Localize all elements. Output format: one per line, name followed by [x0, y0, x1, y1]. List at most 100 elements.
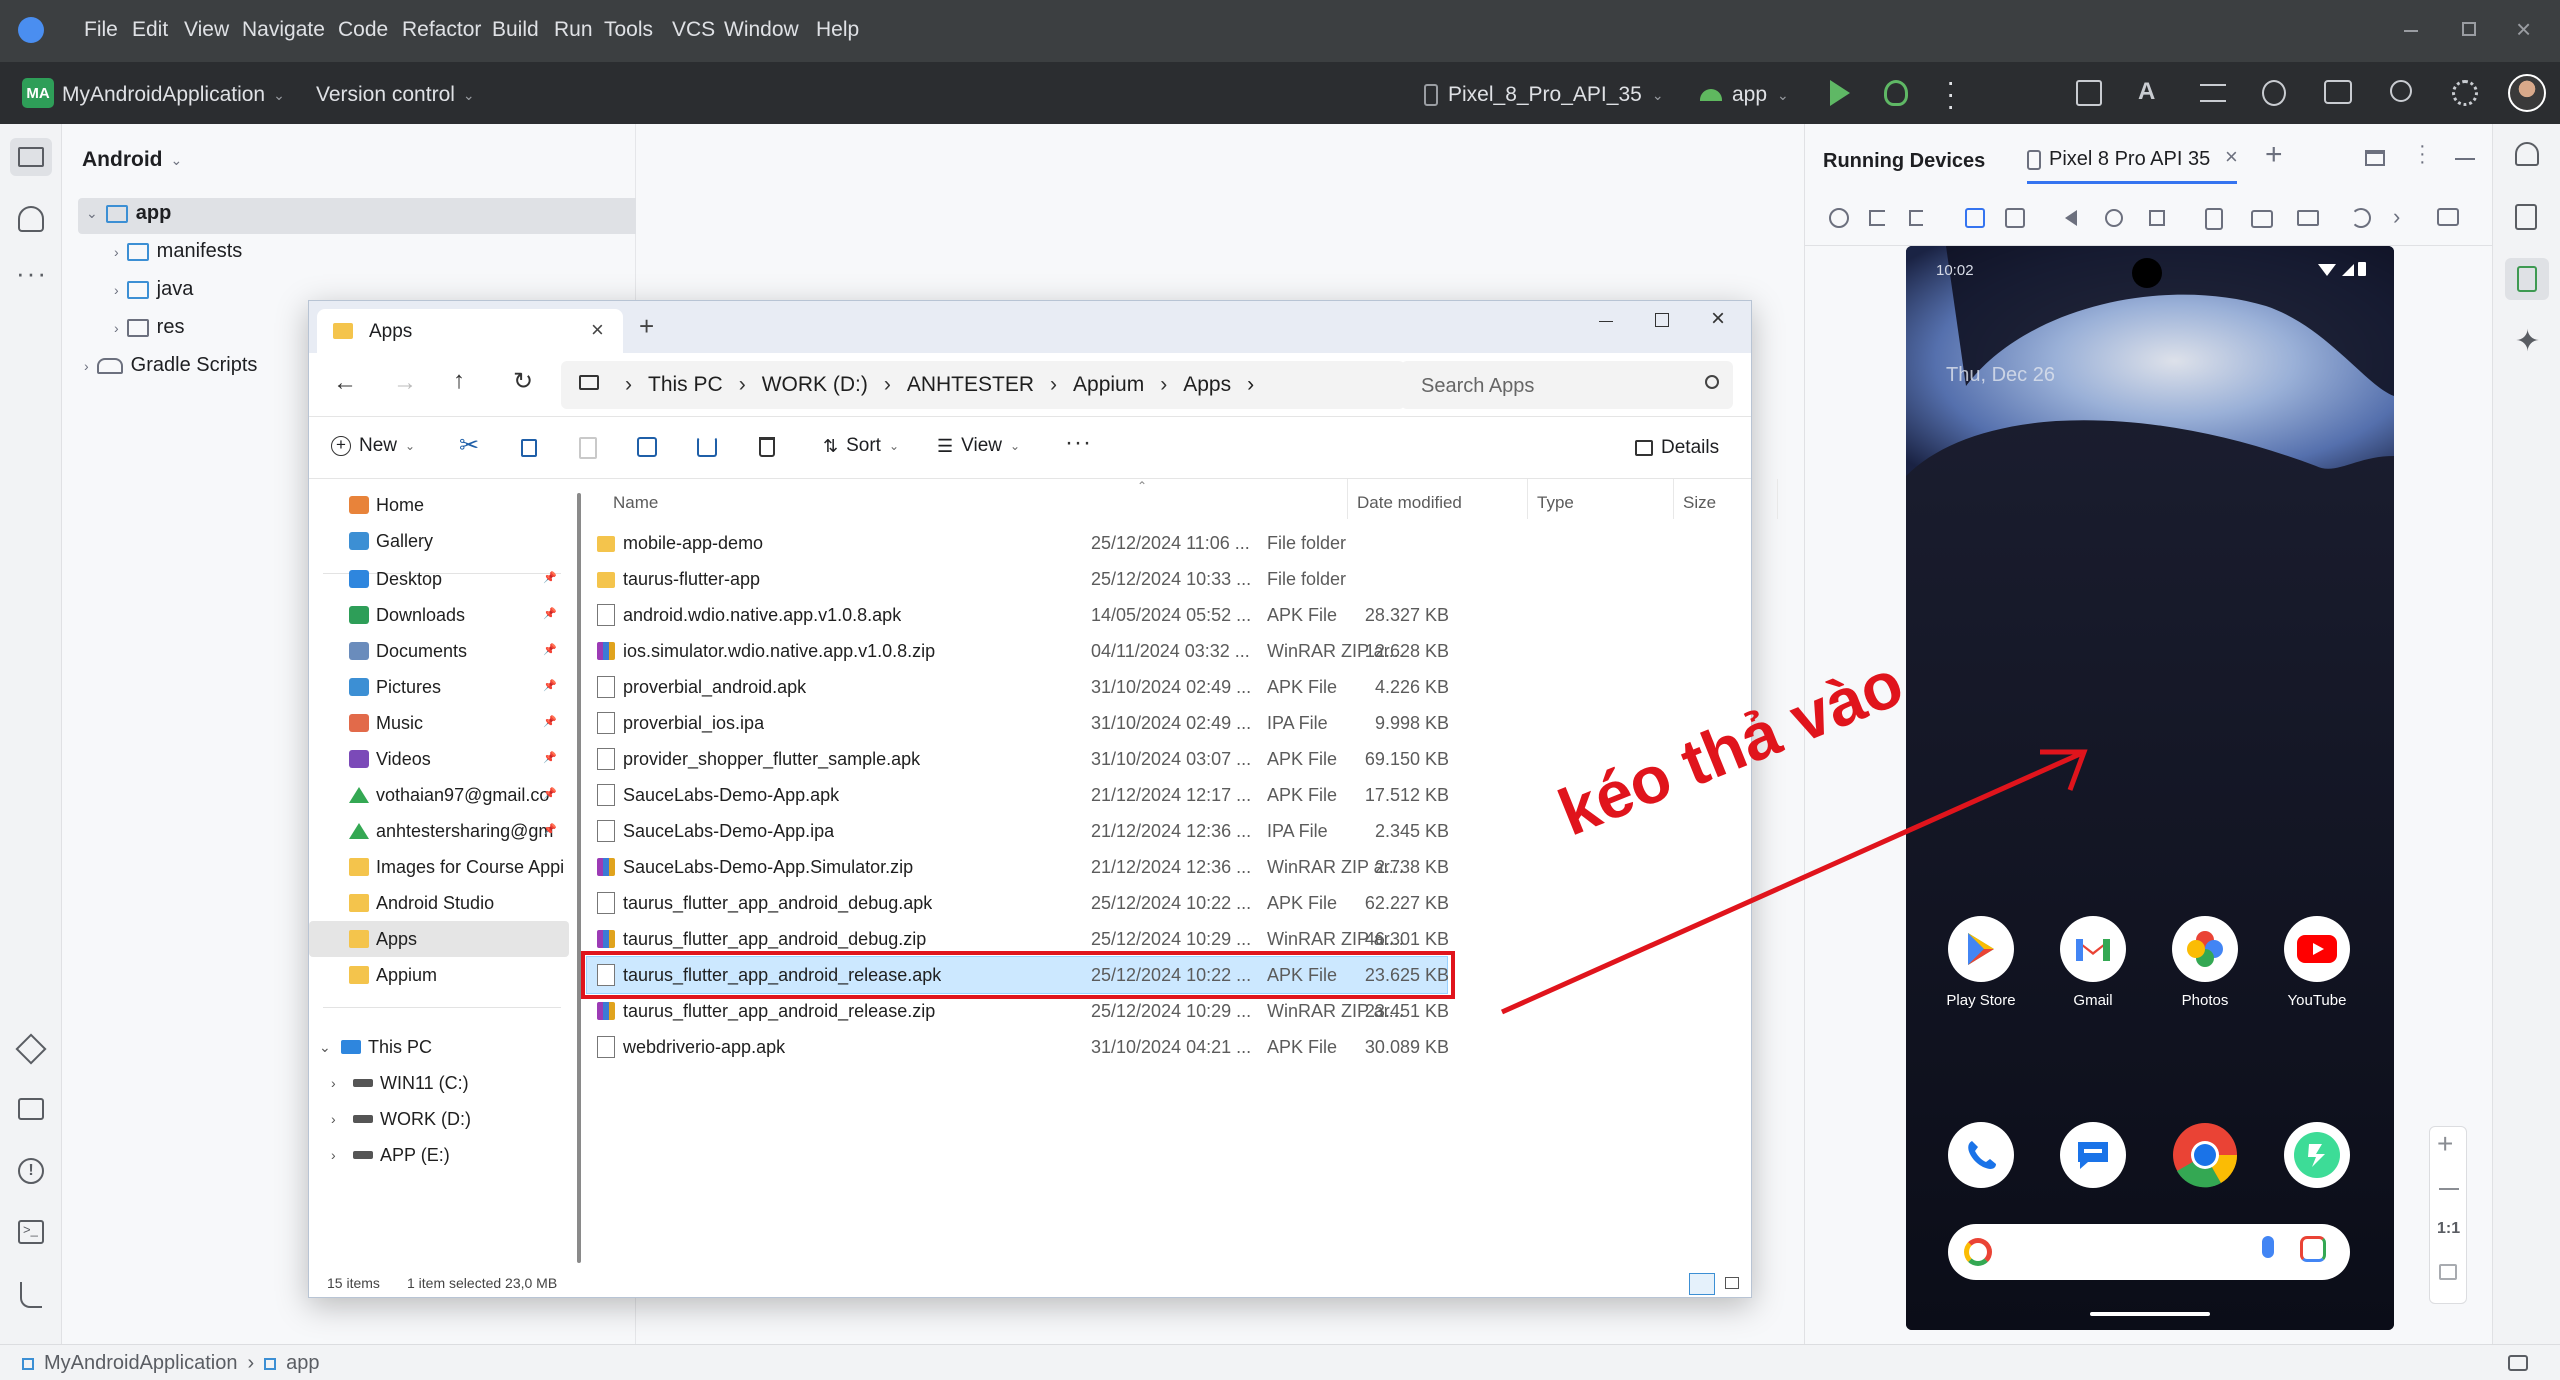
overview-icon[interactable]	[2149, 210, 2165, 226]
device-explorer-icon[interactable]	[2515, 204, 2537, 230]
tree-item-manifests[interactable]: › manifests	[114, 240, 242, 263]
app-inspection-icon[interactable]	[18, 1098, 44, 1120]
share-icon[interactable]	[697, 437, 717, 457]
translate-icon[interactable]: A	[2138, 78, 2155, 106]
menu-item-help[interactable]: Help	[816, 18, 859, 42]
forward-arrow-icon[interactable]: →	[393, 369, 417, 397]
breadcrumb-item[interactable]: This PC	[648, 373, 723, 397]
menu-item-code[interactable]: Code	[338, 18, 388, 42]
device-manager-icon[interactable]	[2324, 80, 2352, 104]
tree-item-gradle-scripts[interactable]: › Gradle Scripts	[84, 354, 257, 377]
copy-icon[interactable]	[521, 439, 537, 457]
add-device-icon[interactable]: +	[2265, 138, 2283, 172]
nav-item-documents[interactable]: Documents 📌	[309, 633, 569, 669]
chevron-right-icon[interactable]: ›	[331, 1111, 349, 1127]
gemini-sparkle-icon[interactable]: ✦	[2515, 324, 2540, 359]
minimize-window-icon[interactable]	[1599, 321, 1613, 322]
chevron-right-icon[interactable]: ›	[1247, 373, 1254, 397]
nav-item-desktop[interactable]: Desktop 📌	[309, 561, 569, 597]
git-branch-icon[interactable]	[20, 1282, 42, 1308]
camera-screenshot-icon[interactable]	[2251, 210, 2273, 228]
menu-item-build[interactable]: Build	[492, 18, 539, 42]
volume-up-icon[interactable]	[1869, 210, 1885, 226]
menu-item-window[interactable]: Window	[724, 18, 799, 42]
details-view-icon[interactable]	[1689, 1273, 1715, 1295]
breadcrumb-item[interactable]: app	[286, 1352, 319, 1375]
menu-item-run[interactable]: Run	[554, 18, 593, 42]
file-row[interactable]: SauceLabs-Demo-App.apk 21/12/2024 12:17 .…	[587, 777, 1449, 813]
screen-record-icon[interactable]	[2297, 210, 2319, 226]
rename-icon[interactable]	[637, 437, 657, 457]
file-row[interactable]: taurus_flutter_app_android_release.zip 25…	[587, 993, 1449, 1029]
logcat-icon[interactable]	[2200, 84, 2226, 102]
nav-item-downloads[interactable]: Downloads 📌	[309, 597, 569, 633]
nav-item-anhtestersharing-gm[interactable]: anhtestersharing@gm 📌	[309, 813, 569, 849]
nav-item-music[interactable]: Music 📌	[309, 705, 569, 741]
nav-item-videos[interactable]: Videos 📌	[309, 741, 569, 777]
tree-item-java[interactable]: › java	[114, 278, 193, 301]
sdk-manager-icon[interactable]	[2076, 80, 2102, 106]
chevron-right-icon[interactable]: ›	[1160, 373, 1167, 397]
resource-manager-icon[interactable]	[18, 206, 44, 232]
search-icon[interactable]	[2390, 80, 2412, 102]
nav-item-home[interactable]: Home	[309, 487, 569, 523]
app-shortcut-icon[interactable]	[2284, 1122, 2350, 1188]
settings-gear-icon[interactable]	[2452, 80, 2478, 106]
maximize-panel-icon[interactable]	[2365, 150, 2385, 166]
microphone-icon[interactable]	[2262, 1236, 2274, 1258]
chevron-right-icon[interactable]: ›	[331, 1147, 349, 1163]
more-actions-icon[interactable]: · · ·	[1946, 68, 1955, 120]
chevron-right-icon[interactable]: ›	[331, 1075, 349, 1091]
phone-dialer-icon[interactable]	[1948, 1122, 2014, 1188]
lens-icon[interactable]	[2300, 1236, 2326, 1262]
nav-item-pictures[interactable]: Pictures 📌	[309, 669, 569, 705]
back-icon[interactable]	[2065, 210, 2077, 226]
debug-icon[interactable]	[1884, 80, 1908, 106]
run-icon[interactable]	[1830, 80, 1850, 106]
cut-icon[interactable]: ✂	[459, 431, 479, 460]
breadcrumb-item[interactable]: WORK (D:)	[762, 373, 868, 397]
menu-item-tools[interactable]: Tools	[604, 18, 653, 42]
nav-item-apps[interactable]: Apps	[309, 921, 569, 957]
device-selector[interactable]: Pixel_8_Pro_API_35 ⌄	[1424, 83, 1664, 107]
delete-icon[interactable]	[759, 437, 775, 457]
photos-icon[interactable]	[2172, 916, 2238, 982]
view-button[interactable]: ☰ View ⌄	[937, 435, 1020, 457]
app-install-icon[interactable]	[2205, 208, 2223, 230]
project-view-selector[interactable]: Android ⌄	[82, 148, 182, 172]
chevron-right-icon[interactable]: ›	[739, 373, 746, 397]
nav-item-this-pc[interactable]: ⌄ This PC	[309, 1029, 569, 1065]
zoom-out-icon[interactable]	[2439, 1188, 2459, 1190]
problems-icon[interactable]: !	[18, 1158, 44, 1184]
nav-item-app-e-[interactable]: › APP (E:)	[309, 1137, 569, 1173]
nav-item-work-d-[interactable]: › WORK (D:)	[309, 1101, 569, 1137]
details-button[interactable]: Details	[1635, 437, 1719, 459]
restore-window-icon[interactable]	[2462, 22, 2476, 36]
rotate-right-icon[interactable]	[2005, 208, 2025, 228]
file-row[interactable]: SauceLabs-Demo-App.Simulator.zip 21/12/20…	[587, 849, 1449, 885]
new-button[interactable]: + New ⌄	[331, 435, 415, 457]
running-devices-icon[interactable]	[2505, 258, 2549, 300]
close-window-icon[interactable]: ×	[2516, 14, 2531, 45]
volume-down-icon[interactable]	[1909, 210, 1923, 226]
avatar[interactable]	[2508, 74, 2546, 112]
zoom-fit-icon[interactable]	[2439, 1264, 2457, 1280]
extended-controls-icon[interactable]	[2437, 208, 2459, 226]
nav-item-appium[interactable]: Appium	[309, 957, 569, 993]
run-config-selector[interactable]: app ⌄	[1700, 83, 1789, 107]
up-arrow-icon[interactable]: ↑	[453, 367, 465, 395]
close-tab-icon[interactable]: ×	[2225, 144, 2238, 170]
paste-icon[interactable]	[579, 437, 597, 459]
notifications-bell-icon[interactable]	[2515, 142, 2539, 166]
google-search-bar[interactable]	[1948, 1224, 2350, 1280]
youtube-icon[interactable]	[2284, 916, 2350, 982]
chevron-right-icon[interactable]: ›	[625, 373, 632, 397]
file-row[interactable]: android.wdio.native.app.v1.0.8.apk 14/05/…	[587, 597, 1449, 633]
gemini-diamond-icon[interactable]	[15, 1033, 47, 1065]
breadcrumb-item[interactable]: Apps	[1183, 373, 1231, 397]
project-folder-icon[interactable]	[10, 138, 52, 176]
tree-item-app[interactable]: ⌄ app	[86, 202, 171, 225]
breadcrumb-item[interactable]: MyAndroidApplication	[44, 1352, 237, 1375]
file-row[interactable]: taurus_flutter_app_android_debug.apk 25/1…	[587, 885, 1449, 921]
chevron-right-icon[interactable]: ›	[1050, 373, 1057, 397]
